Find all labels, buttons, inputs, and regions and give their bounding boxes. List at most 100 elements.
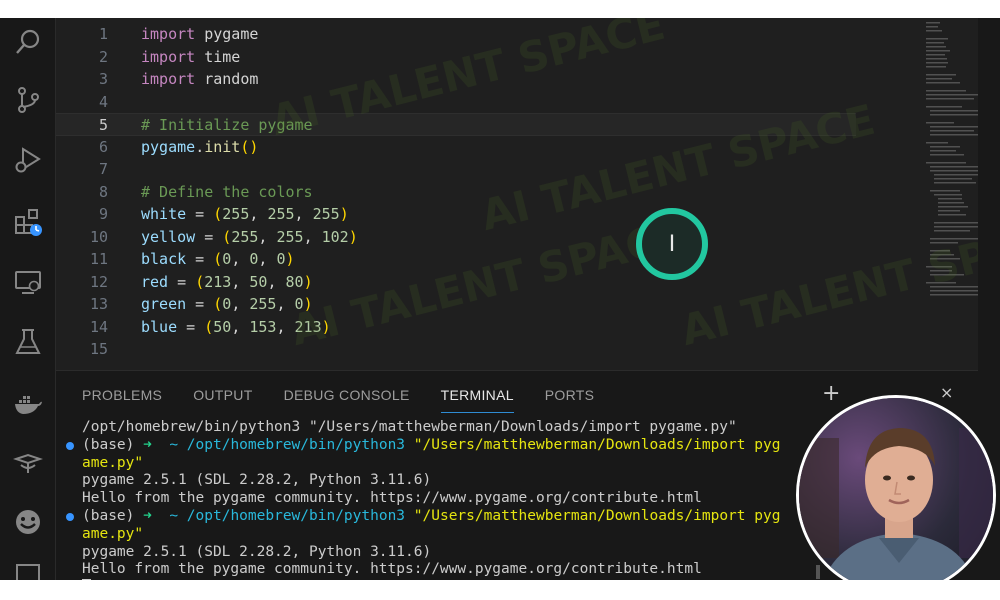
code-line[interactable]: 6 pygame.init() <box>56 136 856 159</box>
code-token: = <box>186 250 214 268</box>
code-token: time <box>195 47 241 66</box>
line-number: 5 <box>98 116 108 134</box>
code-token: black <box>141 250 187 268</box>
code-token: yellow <box>141 227 196 246</box>
code-line[interactable]: 8 # Define the colors <box>56 181 856 204</box>
code-token: 255 <box>312 205 340 223</box>
code-token: 255 <box>231 227 259 246</box>
copilot-icon[interactable] <box>10 444 46 480</box>
code-token: , <box>231 317 250 336</box>
code-token: 80 <box>285 272 304 291</box>
code-line[interactable]: 9 white = (255, 255, 255) <box>56 203 856 226</box>
remote-explorer-icon[interactable] <box>10 264 46 300</box>
code-token: 50 <box>213 317 232 336</box>
docker-icon[interactable] <box>10 386 46 422</box>
tab-ports[interactable]: PORTS <box>545 387 594 413</box>
terminal-line: /opt/homebrew/bin/python3 "/Users/matthe… <box>82 419 737 435</box>
code-text: pygame.init() <box>141 136 258 159</box>
account-icon[interactable] <box>10 504 46 540</box>
tab-problems[interactable]: PROBLEMS <box>82 387 162 413</box>
code-token: ) <box>348 227 358 246</box>
new-terminal-button[interactable]: + <box>822 381 840 406</box>
search-icon[interactable] <box>10 24 46 60</box>
code-token: , <box>276 317 295 336</box>
code-token: = <box>168 272 196 291</box>
testing-icon[interactable] <box>10 324 46 360</box>
code-editor[interactable]: 1 import pygame 2 import time 3 import random… <box>56 18 978 370</box>
code-line[interactable]: 15 <box>56 338 856 361</box>
close-panel-button[interactable]: × <box>940 383 953 402</box>
line-number: 10 <box>89 227 108 246</box>
code-token: . <box>195 137 205 156</box>
line-number: 9 <box>98 205 108 223</box>
code-text: green = (0, 255, 0) <box>141 293 313 316</box>
code-text: blue = (50, 153, 213) <box>141 316 331 339</box>
code-line[interactable]: 7 <box>56 158 856 181</box>
code-line[interactable]: 5 # Initialize pygame <box>56 113 856 136</box>
code-line[interactable]: 3 import random <box>56 68 856 91</box>
command-status-dot[interactable] <box>66 441 74 450</box>
webcam-overlay <box>796 395 996 580</box>
activity-bar <box>0 18 56 580</box>
code-token: # Initialize pygame <box>141 116 313 134</box>
code-line[interactable]: 2 import time <box>56 46 856 69</box>
code-token: , <box>276 295 295 313</box>
extensions-icon[interactable] <box>10 204 46 240</box>
terminal-line: Hello from the pygame community. https:/… <box>82 561 702 578</box>
code-token: pygame <box>141 137 196 156</box>
terminal-line: ame.py" <box>82 454 144 471</box>
code-token: ( <box>195 272 205 291</box>
code-token: = <box>186 205 214 223</box>
tab-terminal[interactable]: TERMINAL <box>440 387 514 413</box>
code-line[interactable]: 11 black = (0, 0, 0) <box>56 248 856 271</box>
terminal-output[interactable]: /opt/homebrew/bin/python3 "/Users/matthe… <box>66 419 802 580</box>
line-number: 2 <box>98 47 108 66</box>
terminal-input-line[interactable] <box>82 579 802 580</box>
code-text: red = (213, 50, 80) <box>141 271 313 294</box>
code-text: import pygame <box>141 23 258 46</box>
code-token: = <box>195 227 223 246</box>
code-text: # Initialize pygame <box>141 114 313 137</box>
terminal-cursor <box>82 579 91 580</box>
code-token: , <box>249 205 268 223</box>
code-token: ) <box>285 250 295 268</box>
code-line[interactable]: 10 yellow = (255, 255, 102) <box>56 226 856 249</box>
code-token: 255 <box>222 205 250 223</box>
code-line[interactable]: 13 green = (0, 255, 0) <box>56 293 856 316</box>
line-number: 11 <box>89 250 108 268</box>
source-control-icon[interactable] <box>10 82 46 118</box>
code-line[interactable]: 1 import pygame <box>56 23 856 46</box>
minimap[interactable] <box>922 18 978 370</box>
code-token: ) <box>321 317 331 336</box>
code-token: , <box>231 295 250 313</box>
code-token: random <box>195 70 259 88</box>
line-number: 4 <box>98 92 108 111</box>
code-token: import <box>141 70 196 88</box>
terminal-line: pygame 2.5.1 (SDL 2.28.2, Python 3.11.6) <box>82 543 432 560</box>
code-token: () <box>240 137 259 156</box>
run-debug-icon[interactable] <box>10 142 46 178</box>
code-line[interactable]: 12 red = (213, 50, 80) <box>56 271 856 294</box>
code-token: = <box>186 295 214 313</box>
code-token: , <box>258 227 277 246</box>
code-token: red <box>141 272 169 291</box>
code-token: green <box>141 295 187 313</box>
terminal-scrollbar[interactable] <box>816 565 820 579</box>
code-token: 255 <box>249 295 277 313</box>
code-token: import <box>141 25 196 43</box>
code-line[interactable]: 14 blue = (50, 153, 213) <box>56 316 856 339</box>
command-status-dot[interactable] <box>66 512 74 521</box>
code-token: ( <box>213 205 223 223</box>
code-token: 153 <box>249 317 277 336</box>
code-text: # Define the colors <box>141 181 313 204</box>
code-token: , <box>231 272 250 291</box>
code-token: 255 <box>267 205 295 223</box>
code-token: ( <box>213 250 223 268</box>
tab-output[interactable]: OUTPUT <box>193 387 252 413</box>
code-line[interactable]: 4 <box>56 91 856 114</box>
code-token: ( <box>213 295 223 313</box>
code-token: import <box>141 47 196 66</box>
settings-icon[interactable] <box>10 558 46 580</box>
terminal-line: pygame 2.5.1 (SDL 2.28.2, Python 3.11.6) <box>82 472 432 489</box>
tab-debug-console[interactable]: DEBUG CONSOLE <box>284 387 410 413</box>
